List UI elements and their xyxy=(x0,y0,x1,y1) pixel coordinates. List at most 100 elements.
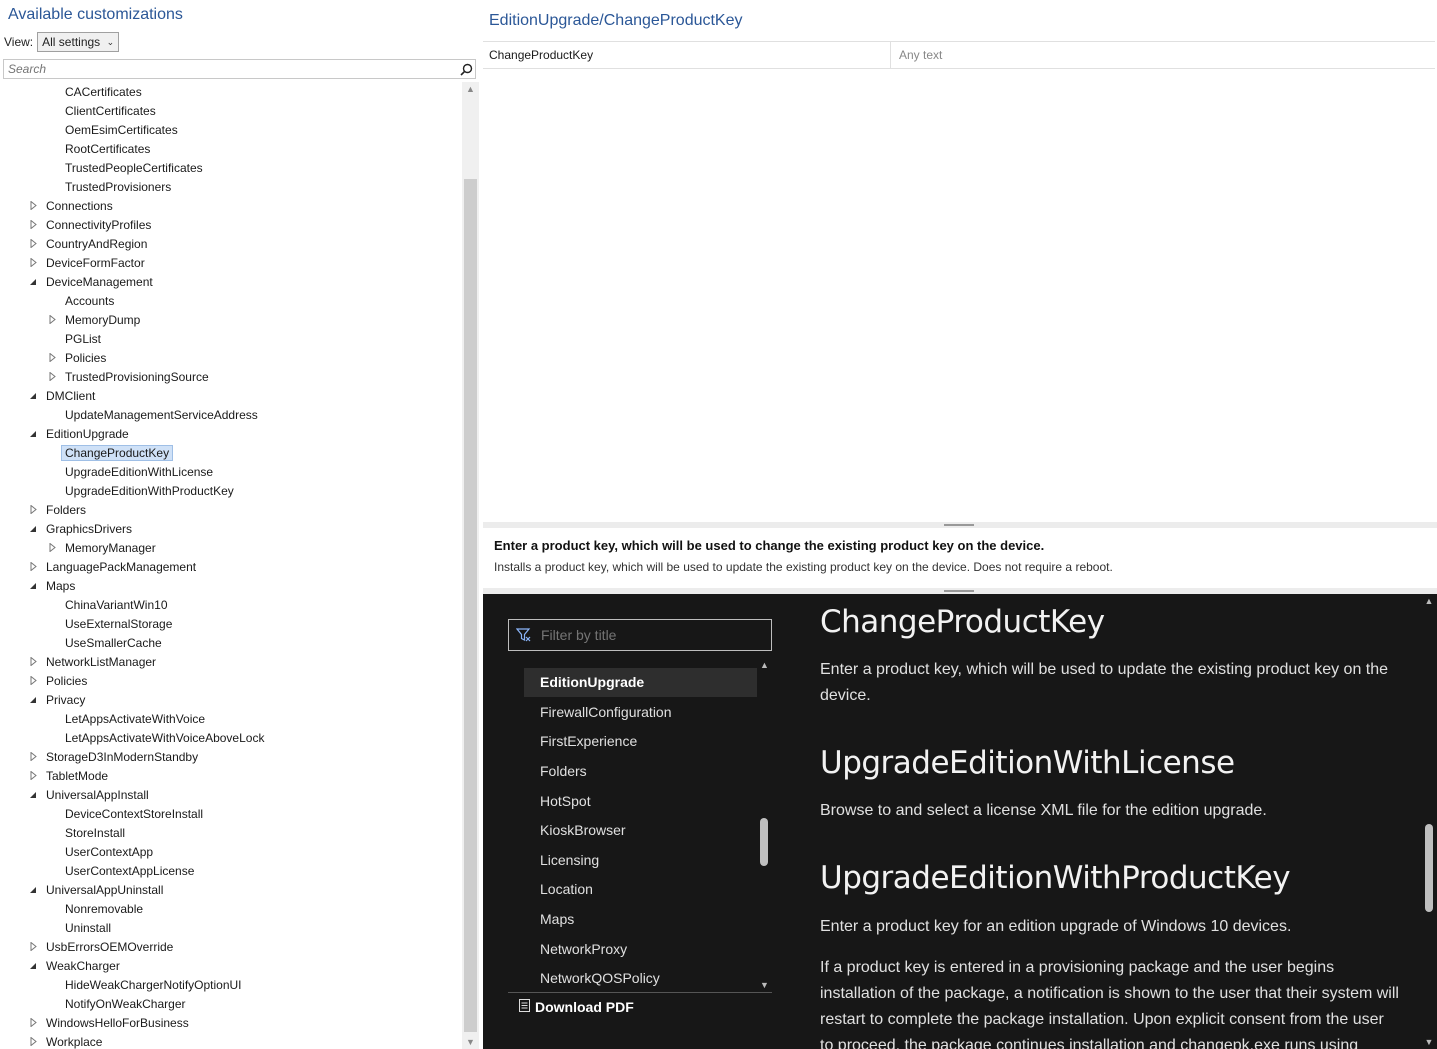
tree-item[interactable]: UpgradeEditionWithProductKey xyxy=(61,481,238,500)
tree-item[interactable]: LanguagePackManagement xyxy=(30,557,200,576)
tree-item[interactable]: ConnectivityProfiles xyxy=(30,215,155,234)
scroll-down-icon[interactable]: ▼ xyxy=(1422,1037,1436,1047)
view-dropdown[interactable]: All settings ⌄ xyxy=(37,32,120,52)
expand-icon[interactable] xyxy=(28,752,38,762)
tree-item[interactable]: EditionUpgrade xyxy=(30,424,133,443)
collapse-icon[interactable] xyxy=(28,277,38,287)
docs-scrollbar[interactable]: ▲ ▼ xyxy=(1422,594,1436,1049)
tree-item[interactable]: DeviceManagement xyxy=(30,272,157,291)
tree-item[interactable]: UseSmallerCache xyxy=(61,633,166,652)
setting-value-field[interactable]: Any text xyxy=(891,42,1435,68)
collapse-icon[interactable] xyxy=(28,790,38,800)
tree-item[interactable]: Policies xyxy=(30,671,91,690)
toc-item[interactable]: Licensing xyxy=(524,845,757,874)
expand-icon[interactable] xyxy=(47,353,57,363)
scroll-up-icon[interactable]: ▲ xyxy=(462,82,479,96)
tree-item[interactable]: ChangeProductKey xyxy=(61,443,174,462)
collapse-icon[interactable] xyxy=(28,695,38,705)
tree-item[interactable]: CountryAndRegion xyxy=(30,234,151,253)
tree-item[interactable]: TrustedPeopleCertificates xyxy=(61,158,207,177)
expand-icon[interactable] xyxy=(28,657,38,667)
expand-icon[interactable] xyxy=(28,562,38,572)
tree-item[interactable]: Uninstall xyxy=(61,918,115,937)
tree-item[interactable]: TabletMode xyxy=(30,766,112,785)
collapse-icon[interactable] xyxy=(28,429,38,439)
expand-icon[interactable] xyxy=(28,1037,38,1047)
tree-item[interactable]: NetworkListManager xyxy=(30,652,160,671)
download-pdf-button[interactable]: Download PDF xyxy=(508,992,772,1015)
toc-item[interactable]: Folders xyxy=(524,756,757,785)
scroll-down-icon[interactable]: ▼ xyxy=(462,1035,479,1049)
toc-item[interactable]: Location xyxy=(524,875,757,904)
expand-icon[interactable] xyxy=(47,543,57,553)
docs-scrollbar-thumb[interactable] xyxy=(1425,824,1433,912)
expand-icon[interactable] xyxy=(28,201,38,211)
tree-item[interactable]: Nonremovable xyxy=(61,899,147,918)
tree-item[interactable]: UserContextApp xyxy=(61,842,157,861)
tree-item[interactable]: ClientCertificates xyxy=(61,101,160,120)
tree-item[interactable]: UsbErrorsOEMOverride xyxy=(30,937,177,956)
tree-item[interactable]: UniversalAppInstall xyxy=(30,785,153,804)
tree-item[interactable]: DeviceFormFactor xyxy=(30,253,149,272)
tree-item[interactable]: ChinaVariantWin10 xyxy=(61,595,172,614)
toc-item[interactable]: EditionUpgrade xyxy=(524,667,757,697)
tree-item[interactable]: Maps xyxy=(30,576,79,595)
toc-item[interactable]: HotSpot xyxy=(524,786,757,815)
scroll-up-icon[interactable]: ▲ xyxy=(1422,596,1436,606)
tree-item[interactable]: UpdateManagementServiceAddress xyxy=(61,405,262,424)
toc-item[interactable]: NetworkProxy xyxy=(524,934,757,963)
toc-item[interactable]: KioskBrowser xyxy=(524,816,757,845)
collapse-icon[interactable] xyxy=(28,524,38,534)
tree-item[interactable]: RootCertificates xyxy=(61,139,154,158)
tree-scrollbar[interactable]: ▲ ▼ xyxy=(462,82,479,1049)
tree-item[interactable]: Connections xyxy=(30,196,117,215)
toc-item[interactable]: FirstExperience xyxy=(524,727,757,756)
expand-icon[interactable] xyxy=(28,220,38,230)
expand-icon[interactable] xyxy=(28,505,38,515)
tree-item[interactable]: PGList xyxy=(61,329,105,348)
expand-icon[interactable] xyxy=(47,372,57,382)
tree-item[interactable]: UserContextAppLicense xyxy=(61,861,198,880)
tree-item[interactable]: TrustedProvisioningSource xyxy=(49,367,213,386)
tree-item[interactable]: NotifyOnWeakCharger xyxy=(61,994,190,1013)
toc-item[interactable]: NetworkQOSPolicy xyxy=(524,964,757,990)
expand-icon[interactable] xyxy=(28,942,38,952)
expand-icon[interactable] xyxy=(28,1018,38,1028)
tree-item[interactable]: Policies xyxy=(49,348,110,367)
tree-item[interactable]: LetAppsActivateWithVoiceAboveLock xyxy=(61,728,268,747)
expand-icon[interactable] xyxy=(28,258,38,268)
search-input[interactable] xyxy=(4,61,457,77)
tree-item[interactable]: WeakCharger xyxy=(30,956,124,975)
toc-scrollbar-thumb[interactable] xyxy=(760,818,768,866)
expand-icon[interactable] xyxy=(47,315,57,325)
tree-item[interactable]: Workplace xyxy=(30,1032,106,1049)
filter-input[interactable] xyxy=(539,626,771,644)
tree-item[interactable]: DeviceContextStoreInstall xyxy=(61,804,207,823)
tree-item[interactable]: OemEsimCertificates xyxy=(61,120,182,139)
tree-item[interactable]: HideWeakChargerNotifyOptionUI xyxy=(61,975,246,994)
tree-item[interactable]: LetAppsActivateWithVoice xyxy=(61,709,209,728)
tree-item[interactable]: Folders xyxy=(30,500,90,519)
tree-item[interactable]: UpgradeEditionWithLicense xyxy=(61,462,217,481)
tree-item[interactable]: UseExternalStorage xyxy=(61,614,176,633)
tree-item[interactable]: CACertificates xyxy=(61,82,146,101)
collapse-icon[interactable] xyxy=(28,961,38,971)
tree-item[interactable]: GraphicsDrivers xyxy=(30,519,136,538)
tree-item[interactable]: MemoryDump xyxy=(49,310,144,329)
tree-item[interactable]: Accounts xyxy=(61,291,118,310)
tree-item[interactable]: Privacy xyxy=(30,690,89,709)
search-icon[interactable] xyxy=(457,60,475,78)
tree-item[interactable]: TrustedProvisioners xyxy=(61,177,175,196)
tree-item[interactable]: StorageD3InModernStandby xyxy=(30,747,202,766)
scroll-down-icon[interactable]: ▼ xyxy=(757,980,772,990)
toc-scrollbar[interactable]: ▲ ▼ xyxy=(757,660,772,990)
expand-icon[interactable] xyxy=(28,771,38,781)
tree-item[interactable]: DMClient xyxy=(30,386,99,405)
collapse-icon[interactable] xyxy=(28,391,38,401)
tree-item[interactable]: UniversalAppUninstall xyxy=(30,880,167,899)
tree-scrollbar-thumb[interactable] xyxy=(464,179,477,1032)
toc-item[interactable]: DMClient xyxy=(524,660,757,667)
tree-item[interactable]: WindowsHelloForBusiness xyxy=(30,1013,193,1032)
expand-icon[interactable] xyxy=(28,676,38,686)
tree-item[interactable]: StoreInstall xyxy=(61,823,129,842)
